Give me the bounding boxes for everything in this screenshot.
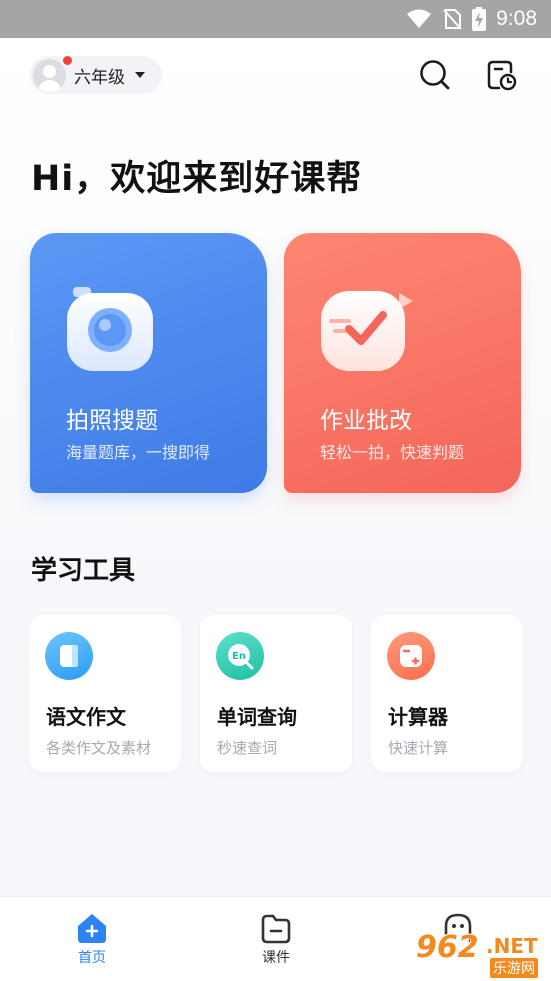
watermark-logo: 962 .NET 乐游网 [412,928,551,978]
wifi-icon [407,9,432,28]
grade-label: 六年级 [74,67,125,88]
tool-desc: 快速计算 [388,739,449,757]
folder-icon [261,914,291,944]
battery-charging-icon [472,7,487,31]
svg-text:En: En [232,651,246,662]
tool-name: 语文作文 [46,705,126,729]
history-icon[interactable] [485,58,519,92]
chevron-down-icon [135,72,145,78]
card-subtitle: 海量题库，一搜即得 [66,443,211,462]
search-icon[interactable] [418,58,452,92]
homework-correction-card[interactable]: 作业批改 轻松一拍，快速判题 [284,233,521,493]
nav-courseware[interactable]: 课件 [236,911,316,967]
section-title: 学习工具 [31,556,136,586]
word-lookup-icon: En [216,632,264,680]
tool-name: 单词查询 [217,705,297,729]
watermark-number: 962 [416,930,479,965]
tool-desc: 秒速查词 [217,739,278,757]
status-bar: 9:08 [0,0,551,38]
status-time: 9:08 [496,7,537,30]
calculator-icon [387,632,435,680]
page-title: Hi，欢迎来到好课帮 [31,159,363,199]
photo-search-card[interactable]: 拍照搜题 海量题库，一搜即得 [30,233,267,493]
avatar[interactable] [33,58,66,92]
camera-icon [67,287,153,371]
notification-dot [63,56,72,65]
nav-label: 课件 [262,950,290,966]
tool-desc: 各类作文及素材 [46,739,152,757]
book-icon [45,632,93,680]
nav-label: 首页 [78,950,106,966]
home-icon [78,914,106,943]
card-title: 作业批改 [320,408,412,434]
card-subtitle: 轻松一拍，快速判题 [320,443,465,462]
tool-chinese-essay[interactable]: 语文作文 各类作文及素材 [29,615,181,772]
tool-name: 计算器 [388,705,448,729]
tool-word-lookup[interactable]: En 单词查询 秒速查词 [200,615,352,772]
no-sim-icon [443,9,462,30]
checkmark-icon [321,291,413,371]
watermark-sub: 乐游网 [490,958,538,978]
tool-calculator[interactable]: 计算器 快速计算 [371,615,523,772]
card-title: 拍照搜题 [66,408,158,434]
watermark-suffix: .NET [486,934,538,958]
nav-home[interactable]: 首页 [52,911,132,967]
grade-selector[interactable]: 六年级 [30,56,162,94]
